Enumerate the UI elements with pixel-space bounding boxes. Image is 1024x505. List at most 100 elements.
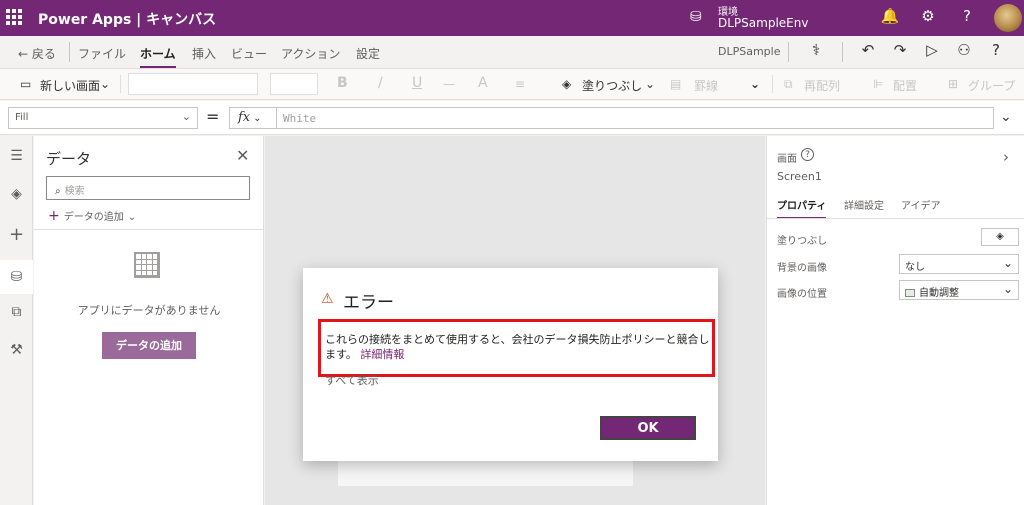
notifications-icon[interactable]: 🔔 bbox=[880, 7, 900, 25]
equals-sign: = bbox=[206, 107, 220, 126]
waffle-icon[interactable] bbox=[6, 9, 22, 25]
help-circle-icon[interactable]: ? bbox=[801, 148, 814, 161]
app-title: Power Apps | キャンバス bbox=[38, 12, 217, 28]
layers-icon[interactable]: ◈ bbox=[0, 186, 33, 202]
dialog-title: エラー bbox=[343, 293, 394, 313]
formula-input[interactable]: White bbox=[276, 107, 994, 129]
data-panel-divider bbox=[34, 229, 264, 230]
menu-settings[interactable]: 設定 bbox=[356, 45, 380, 62]
reorder-icon: ⧉ bbox=[784, 77, 793, 91]
menu-divider bbox=[842, 42, 843, 62]
data-panel: データ ✕ ⌕ 検索 + データの追加 ⌄ アプリにデータがありません データの追加 bbox=[34, 136, 264, 505]
fill-label: 塗りつぶし bbox=[777, 236, 828, 247]
background-image-label: 背景の画像 bbox=[777, 263, 827, 274]
strikethrough-button[interactable]: — bbox=[443, 77, 455, 91]
chevron-right-icon[interactable]: › bbox=[1003, 148, 1009, 166]
ribbon-divider bbox=[772, 75, 773, 93]
paint-bucket-icon: ◈ bbox=[562, 77, 572, 91]
back-button[interactable]: ← 戻る bbox=[18, 45, 56, 62]
share-user-icon[interactable]: ⚇ bbox=[954, 41, 974, 59]
image-icon bbox=[905, 289, 915, 297]
ribbon-expand-chevron-icon[interactable]: ⌄ bbox=[750, 77, 760, 91]
paint-bucket-icon: ◈ bbox=[996, 231, 1004, 242]
add-data-link[interactable]: + データの追加 ⌄ bbox=[48, 208, 136, 224]
environment-name[interactable]: DLPSampleEnv bbox=[718, 16, 808, 30]
border-button[interactable]: 罫線 bbox=[694, 77, 718, 94]
learn-more-link[interactable]: 詳細情報 bbox=[360, 348, 404, 361]
preview-play-icon[interactable]: ▷ bbox=[922, 41, 942, 59]
align-text-icon[interactable]: ≡ bbox=[515, 77, 525, 91]
background-image-select[interactable]: なし ⌄ bbox=[899, 254, 1019, 274]
dialog-message: これらの接続をまとめて使用すると、会社のデータ損失防止ポリシーと競合します。 詳… bbox=[325, 332, 710, 362]
background-image-value: なし bbox=[905, 262, 925, 273]
align-icon: ⊫ bbox=[873, 77, 884, 91]
chevron-down-icon: ⌄ bbox=[645, 77, 656, 91]
tab-advanced[interactable]: 詳細設定 bbox=[844, 197, 884, 212]
font-family-select[interactable] bbox=[128, 73, 258, 95]
font-color-button[interactable]: A bbox=[478, 75, 488, 91]
menu-home[interactable]: ホーム bbox=[140, 45, 176, 68]
chevron-down-icon: ⌄ bbox=[127, 212, 137, 223]
reorder-button[interactable]: 再配列 bbox=[804, 77, 840, 94]
avatar[interactable] bbox=[994, 4, 1022, 32]
bold-button[interactable]: B bbox=[337, 75, 348, 91]
media-icon[interactable]: ⧉ bbox=[0, 304, 33, 320]
formula-bar: Fill ⌄ = fx ⌄ White ⌄ bbox=[0, 101, 1024, 135]
formula-expand-chevron-icon[interactable]: ⌄ bbox=[1000, 109, 1012, 125]
menu-view[interactable]: ビュー bbox=[231, 45, 267, 62]
screen-name: Screen1 bbox=[777, 170, 822, 183]
advanced-tools-icon[interactable]: ⚒ bbox=[0, 342, 33, 358]
data-panel-title: データ bbox=[46, 150, 92, 168]
ok-button[interactable]: OK bbox=[600, 416, 696, 440]
settings-gear-icon[interactable]: ⚙ bbox=[918, 7, 938, 25]
tab-ideas[interactable]: アイデア bbox=[901, 197, 941, 212]
insert-plus-icon[interactable]: + bbox=[0, 224, 33, 245]
tree-view-menu-icon[interactable]: ☰ bbox=[0, 148, 33, 164]
group-icon: ⊞ bbox=[948, 77, 959, 91]
show-all-link[interactable]: すべて表示 bbox=[325, 372, 379, 388]
new-screen-icon: ▭ bbox=[20, 77, 32, 91]
underline-button[interactable]: U bbox=[412, 75, 422, 91]
add-data-button[interactable]: データの追加 bbox=[102, 332, 196, 359]
environment-icon[interactable]: ⛁ bbox=[690, 9, 702, 25]
new-screen-button[interactable]: 新しい画面 bbox=[40, 77, 100, 94]
fill-button[interactable]: 塗りつぶし bbox=[582, 77, 642, 94]
image-position-value: 自動調整 bbox=[919, 288, 959, 299]
app-name: DLPSample bbox=[718, 45, 781, 58]
search-input[interactable]: ⌕ 検索 bbox=[46, 176, 250, 200]
app-checker-stethoscope-icon[interactable]: ⚕ bbox=[806, 41, 826, 59]
help-icon[interactable]: ? bbox=[957, 7, 977, 25]
font-size-select[interactable] bbox=[270, 73, 318, 95]
undo-icon[interactable]: ↶ bbox=[858, 41, 878, 59]
image-position-select[interactable]: 自動調整 ⌄ bbox=[899, 280, 1019, 300]
chevron-down-icon: ⌄ bbox=[1002, 256, 1013, 270]
group-button[interactable]: グループ bbox=[968, 77, 1015, 94]
fx-label: fx bbox=[238, 110, 251, 125]
ribbon-divider bbox=[120, 75, 121, 93]
fill-color-picker[interactable]: ◈ bbox=[981, 228, 1019, 246]
menu-insert[interactable]: 挿入 bbox=[192, 45, 216, 62]
app-header: Power Apps | キャンバス ⛁ 環境 DLPSampleEnv 🔔 ⚙… bbox=[0, 0, 1024, 36]
italic-button[interactable]: / bbox=[378, 75, 383, 91]
align-button[interactable]: 配置 bbox=[893, 77, 917, 94]
data-database-icon[interactable]: ⛁ bbox=[0, 260, 33, 294]
tab-properties[interactable]: プロパティ bbox=[777, 197, 827, 219]
menu-file[interactable]: ファイル bbox=[78, 45, 126, 62]
redo-icon[interactable]: ↷ bbox=[890, 41, 910, 59]
property-select[interactable]: Fill ⌄ bbox=[8, 107, 198, 129]
empty-data-message: アプリにデータがありません bbox=[77, 304, 221, 317]
search-placeholder: 検索 bbox=[64, 186, 85, 197]
chevron-down-icon: ⌄ bbox=[1002, 282, 1013, 296]
close-icon[interactable]: ✕ bbox=[236, 146, 249, 165]
help-question-icon[interactable]: ? bbox=[986, 41, 1006, 59]
control-type-label: 画面 bbox=[777, 154, 797, 165]
search-icon: ⌕ bbox=[55, 186, 61, 197]
add-data-link-label: データの追加 bbox=[63, 212, 124, 223]
fx-button[interactable]: fx ⌄ bbox=[229, 107, 277, 129]
plus-icon: + bbox=[48, 208, 60, 224]
menu-action[interactable]: アクション bbox=[281, 45, 340, 62]
properties-divider bbox=[767, 218, 1024, 219]
menu-divider bbox=[788, 42, 789, 62]
chevron-down-icon: ⌄ bbox=[253, 113, 262, 124]
error-dialog: ⚠ エラー これらの接続をまとめて使用すると、会社のデータ損失防止ポリシーと競合… bbox=[303, 268, 718, 461]
